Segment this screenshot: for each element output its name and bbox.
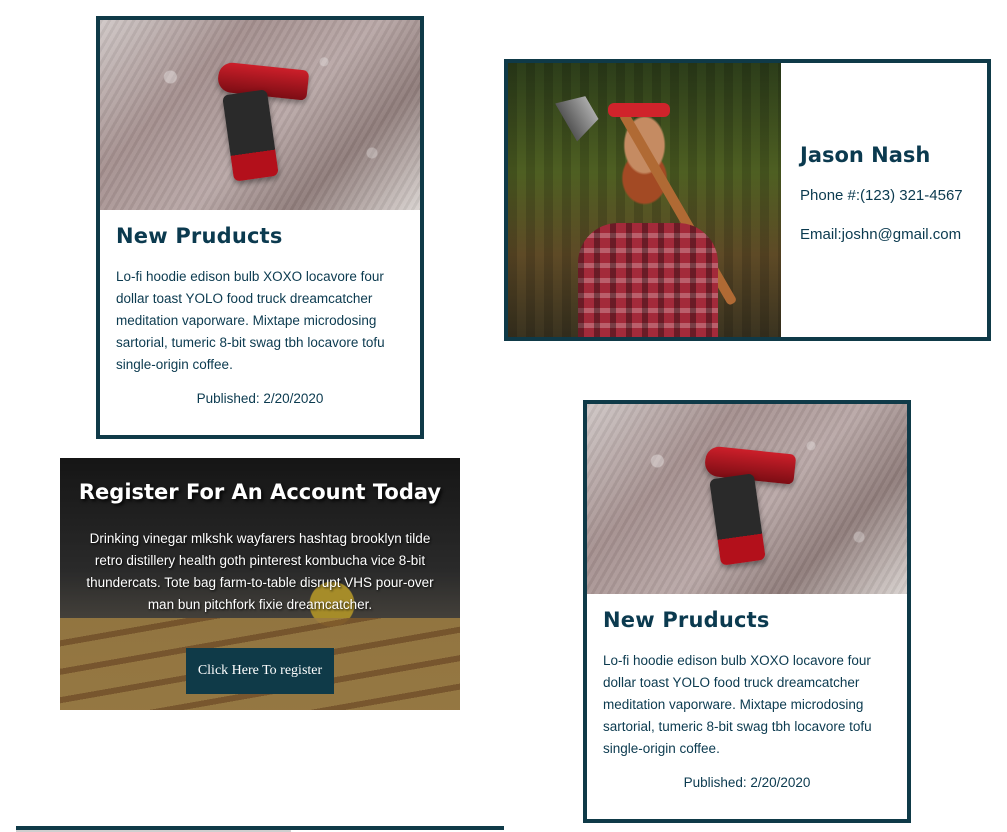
profile-email: Email:joshn@gmail.com xyxy=(800,226,962,243)
product-card: New Pruducts Lo-fi hoodie edison bulb XO… xyxy=(96,16,424,439)
axe-head xyxy=(555,88,603,141)
product-card-title: New Pruducts xyxy=(116,224,283,248)
product-card-body: New Pruducts Lo-fi hoodie edison bulb XO… xyxy=(587,594,907,790)
product-card-published: Published: 2/20/2020 xyxy=(196,391,324,406)
register-banner: Register For An Account Today Drinking v… xyxy=(60,458,460,710)
product-card-published: Published: 2/20/2020 xyxy=(683,775,811,790)
drill-photo xyxy=(100,20,420,210)
product-card: New Pruducts Lo-fi hoodie edison bulb XO… xyxy=(583,400,911,823)
register-button[interactable]: Click Here To register xyxy=(186,648,334,694)
register-title: Register For An Account Today xyxy=(78,480,442,504)
product-card-description: Lo-fi hoodie edison bulb XOXO locavore f… xyxy=(116,269,385,372)
profile-phone: Phone #:(123) 321-4567 xyxy=(800,187,963,204)
product-card-body: New Pruducts Lo-fi hoodie edison bulb XO… xyxy=(100,210,420,406)
product-card-description: Lo-fi hoodie edison bulb XOXO locavore f… xyxy=(603,653,872,756)
partial-card xyxy=(16,826,504,832)
profile-photo xyxy=(508,63,781,337)
product-card-title: New Pruducts xyxy=(603,608,770,632)
profile-info: Jason Nash Phone #:(123) 321-4567 Email:… xyxy=(800,143,985,247)
bandana xyxy=(608,103,670,117)
register-description: Drinking vinegar mlkshk wayfarers hashta… xyxy=(86,531,434,612)
profile-name: Jason Nash xyxy=(800,143,931,167)
drill-photo xyxy=(587,404,907,594)
profile-card: Jason Nash Phone #:(123) 321-4567 Email:… xyxy=(504,59,991,341)
flannel-shirt xyxy=(578,223,718,337)
